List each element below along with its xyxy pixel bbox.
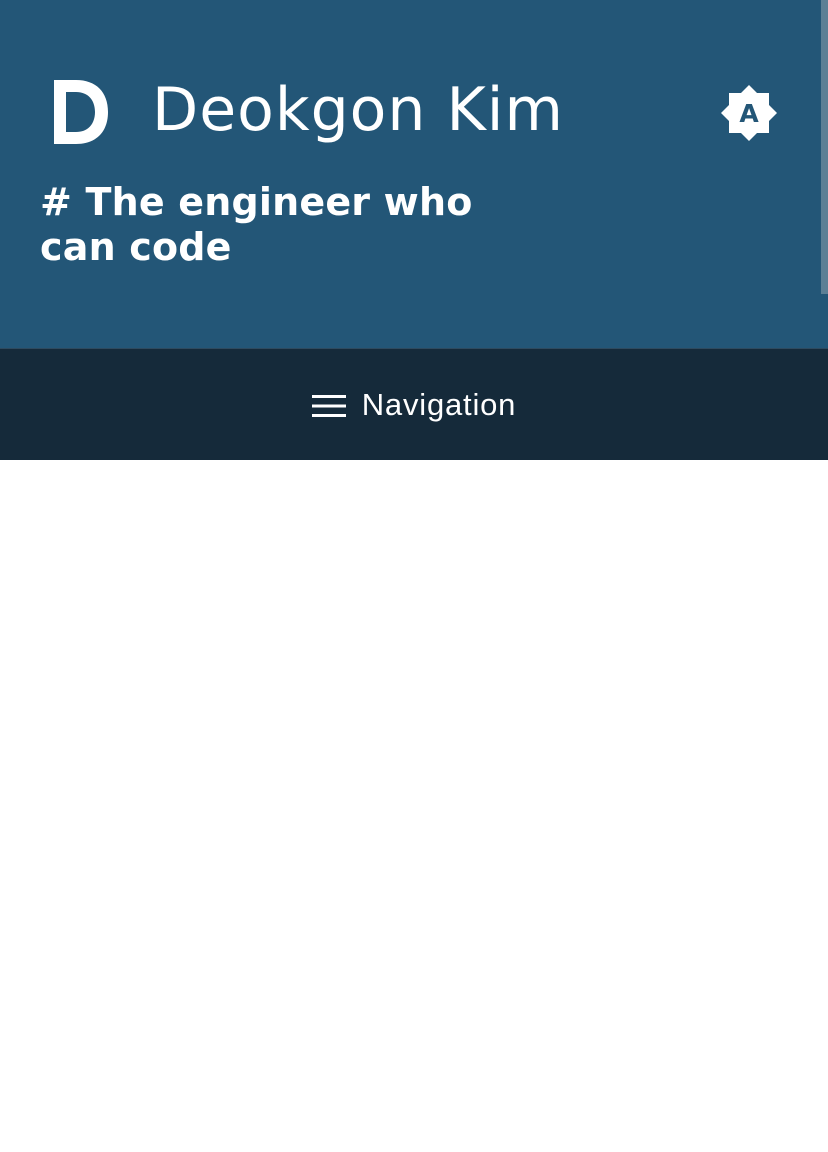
page: Deokgon Kim A # The engineer who can cod… — [0, 0, 828, 1152]
scrollbar-thumb[interactable] — [821, 0, 828, 294]
main-navigation: Navigation — [0, 348, 828, 460]
theme-toggle-button[interactable]: A — [720, 84, 778, 142]
navigation-toggle-button[interactable]: Navigation — [0, 349, 828, 461]
menu-icon — [311, 395, 346, 417]
theme-toggle-letter: A — [739, 99, 759, 128]
site-logo[interactable] — [52, 78, 110, 146]
logo-d-icon — [54, 80, 108, 144]
auto-brightness-icon: A — [721, 85, 777, 141]
site-title[interactable]: Deokgon Kim — [152, 74, 564, 146]
site-header: Deokgon Kim A # The engineer who can cod… — [0, 0, 828, 348]
site-tagline: # The engineer who can code — [40, 180, 473, 269]
main-content — [0, 460, 828, 1152]
navigation-label: Navigation — [361, 387, 517, 422]
